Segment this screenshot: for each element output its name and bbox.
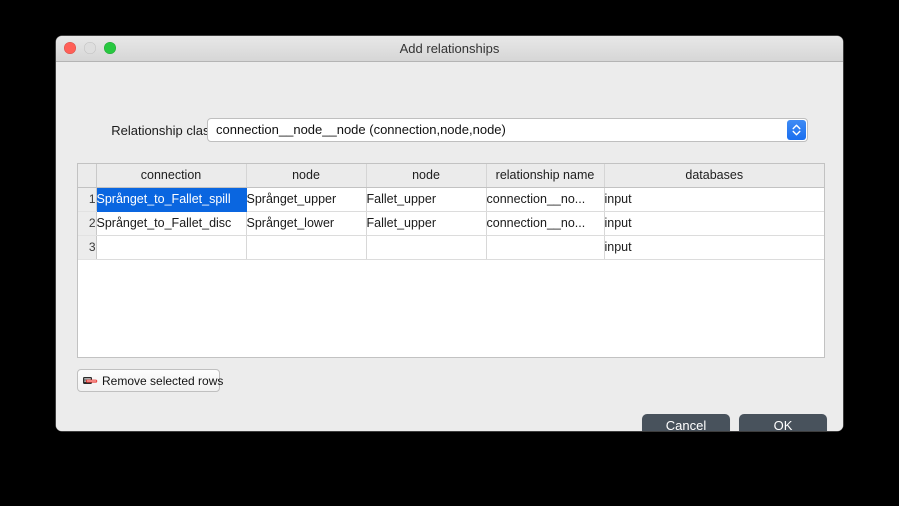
relationships-table[interactable]: connection node node relationship name d…	[77, 163, 825, 358]
relationship-class-value: connection__node__node (connection,node,…	[216, 122, 506, 137]
cell-node-2[interactable]	[366, 235, 487, 260]
column-header-databases[interactable]: databases	[604, 164, 824, 188]
row-number-header	[78, 164, 97, 188]
table-row[interactable]: 3 input	[78, 235, 824, 260]
row-number[interactable]: 2	[78, 211, 97, 236]
relationship-class-combobox[interactable]: connection__node__node (connection,node,…	[207, 118, 808, 142]
table-row[interactable]: 2 Språnget_to_Fallet_disc Språnget_lower…	[78, 211, 824, 236]
column-header-connection[interactable]: connection	[96, 164, 247, 188]
cell-node-1[interactable]: Språnget_upper	[246, 187, 367, 212]
column-header-node-1[interactable]: node	[246, 164, 367, 188]
cell-relationship-name[interactable]: connection__no...	[486, 187, 605, 212]
screen: Add relationships Relationship class con…	[0, 0, 899, 506]
cancel-button[interactable]: Cancel	[642, 414, 730, 431]
relationships-grid: connection node node relationship name d…	[78, 164, 824, 260]
row-number[interactable]: 1	[78, 187, 97, 212]
cell-node-2[interactable]: Fallet_upper	[366, 211, 487, 236]
cell-relationship-name[interactable]	[486, 235, 605, 260]
add-relationships-dialog: Add relationships Relationship class con…	[56, 36, 843, 431]
table-body: 1 Språnget_to_Fallet_spill Språnget_uppe…	[78, 187, 824, 260]
cell-node-1[interactable]: Språnget_lower	[246, 211, 367, 236]
table-header-row: connection node node relationship name d…	[78, 164, 824, 188]
row-number[interactable]: 3	[78, 235, 97, 260]
column-header-relationship-name[interactable]: relationship name	[486, 164, 605, 188]
relationship-class-row: Relationship class connection__node__nod…	[56, 118, 843, 144]
cell-node-2[interactable]: Fallet_upper	[366, 187, 487, 212]
dialog-body: Relationship class connection__node__nod…	[56, 62, 843, 431]
remove-selected-rows-button[interactable]: Remove selected rows	[77, 369, 224, 392]
table-row[interactable]: 1 Språnget_to_Fallet_spill Språnget_uppe…	[78, 187, 824, 212]
ok-button[interactable]: OK	[739, 414, 827, 431]
chevron-up-down-icon[interactable]	[787, 120, 806, 140]
window-title: Add relationships	[399, 41, 500, 56]
cell-connection[interactable]	[96, 235, 247, 260]
table-header: connection node node relationship name d…	[78, 164, 824, 188]
cell-relationship-name[interactable]: connection__no...	[486, 211, 605, 236]
cell-databases[interactable]: input	[604, 235, 824, 260]
remove-selected-rows-label: Remove selected rows	[102, 373, 224, 388]
cell-connection[interactable]: Språnget_to_Fallet_disc	[96, 211, 247, 236]
cell-databases[interactable]: input	[604, 211, 824, 236]
remove-row-icon	[83, 376, 98, 384]
cell-connection[interactable]: Språnget_to_Fallet_spill	[96, 187, 247, 212]
window-titlebar[interactable]: Add relationships	[56, 36, 843, 62]
relationship-class-label: Relationship class	[111, 123, 216, 138]
cell-node-1[interactable]	[246, 235, 367, 260]
cell-databases[interactable]: input	[604, 187, 824, 212]
column-header-node-2[interactable]: node	[366, 164, 487, 188]
